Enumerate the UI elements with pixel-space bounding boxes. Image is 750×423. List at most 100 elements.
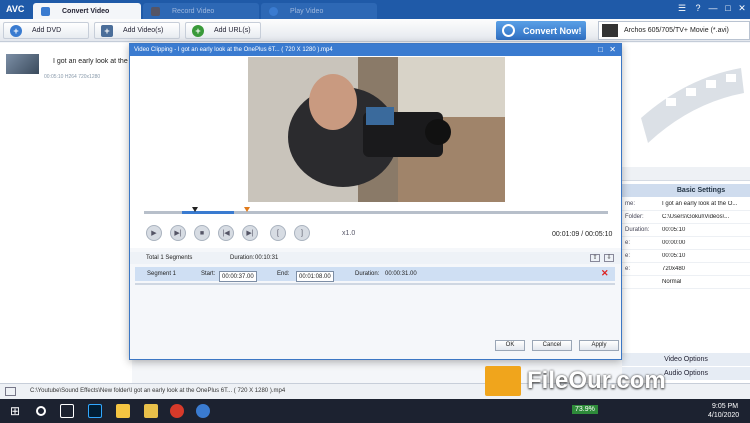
segment-summary: Total 1 Segments Duration: 00:10:31 ⇧ ⇩ [130,252,621,264]
film-icon: + [101,24,113,37]
move-up-icon[interactable]: ⇧ [590,254,600,262]
minimize-icon[interactable]: — [707,3,719,13]
file-path: C:\Youtube\Sound Effects\New folder\I go… [30,388,286,394]
total-duration-label: Duration: [230,255,255,261]
device-icon [602,24,618,37]
video-clipping-dialog: Video Clipping - I got an early look at … [129,43,622,360]
set-end-icon[interactable]: ] [294,225,310,241]
windows-start-icon[interactable]: ⊞ [10,404,24,418]
task-view-icon[interactable] [60,404,74,418]
start-label: Start: [201,271,216,277]
start-time-field[interactable]: 00:00:37.00 [219,271,257,282]
convert-now-button[interactable]: Convert Now! [496,21,586,40]
playback-controls: ▶ ▶| ■ |◀ ▶| [ ] x1.0 00:01:09 / 00:05:1… [142,220,612,248]
tab-label: Play Video [290,7,324,15]
setting-row[interactable]: e: 00:00:00 [622,237,750,250]
app-icon[interactable] [144,404,158,418]
maximize-icon[interactable]: □ [722,3,734,13]
move-down-icon[interactable]: ⇩ [604,254,614,262]
setting-row[interactable]: e: 720x480 [622,263,750,276]
next-frame-icon[interactable]: ▶| [170,225,186,241]
headphones-icon[interactable] [170,404,184,418]
segment-name: Segment 1 [147,271,177,277]
end-time-field[interactable]: 00:01:08.00 [296,271,334,282]
search-icon[interactable] [36,406,46,416]
app-window: AVC Convert Video Record Video Play Vide… [0,0,750,423]
convert-icon [41,6,50,16]
title-bar: AVC Convert Video Record Video Play Vide… [0,0,750,19]
segment-list [135,283,615,285]
set-start-icon[interactable]: [ [270,225,286,241]
file-name: I got an early look at the OnePlus 6T... [53,58,133,65]
tab-convert-video[interactable]: Convert Video [33,3,141,19]
playhead-marker[interactable] [244,207,250,212]
tab-label: Convert Video [62,7,110,15]
setting-row[interactable]: Folder: C:\Users\Gokul\Videos\... [622,211,750,224]
segment-duration: 00:00:31.00 [385,271,417,277]
photoshop-icon[interactable] [88,404,102,418]
previous-icon[interactable]: |◀ [218,225,234,241]
record-icon [151,6,160,16]
add-videos-label: Add Video(s) [123,27,164,34]
dialog-title-bar: Video Clipping - I got an early look at … [130,44,621,56]
play-icon [269,6,278,16]
apply-button[interactable]: Apply [579,340,619,351]
folder-icon[interactable] [116,404,130,418]
dvd-icon: + [10,24,22,37]
stop-icon[interactable]: ■ [194,225,210,241]
refresh-icon [502,24,515,37]
watermark-text: FileOur.com [527,367,666,394]
ok-button[interactable]: OK [495,340,525,351]
globe-icon: + [192,24,204,37]
menu-icon[interactable]: ☰ [676,3,688,14]
convert-label: Convert Now! [523,25,582,36]
close-icon[interactable]: ✕ [609,44,616,56]
video-thumbnail [6,54,39,74]
tab-record-video[interactable]: Record Video [143,3,259,19]
clock-date[interactable]: 4/10/2020 [708,412,739,419]
add-urls-button[interactable]: + Add URL(s) [185,22,261,39]
setting-row[interactable]: e: 00:05:10 [622,250,750,263]
add-videos-button[interactable]: + Add Video(s) [94,22,180,39]
edit-tools [622,167,750,181]
basic-settings-header: Basic Settings [622,184,750,197]
maximize-icon[interactable]: □ [598,44,603,56]
tab-label: Record Video [172,7,215,15]
total-segments: Total 1 Segments [146,255,193,261]
dialog-title: Video Clipping - I got an early look at … [134,47,333,53]
duration-label: Duration: [355,271,380,277]
panel-toggle-icon[interactable] [5,387,16,396]
battery-indicator[interactable]: 73.9% [572,405,598,414]
fileour-watermark: FileOur.com [485,364,666,398]
add-dvd-button[interactable]: + Add DVD [3,22,89,39]
add-urls-label: Add URL(s) [214,27,251,34]
film-reel-icon [641,68,744,143]
close-icon[interactable]: ✕ [736,3,748,14]
start-marker[interactable] [192,207,198,212]
video-preview [248,57,505,202]
cancel-button[interactable]: Cancel [532,340,572,351]
box-icon [485,366,521,396]
list-item[interactable]: I got an early look at the OnePlus 6T...… [2,49,133,80]
file-list: I got an early look at the OnePlus 6T...… [0,43,133,383]
setting-row[interactable]: me: I got an early look at the O... [622,198,750,211]
file-meta: 00:05:10 H264 720x1280 [44,74,101,80]
delete-segment-icon[interactable]: ✕ [601,268,609,279]
help-icon[interactable]: ? [692,3,704,13]
setting-row: Duration: 00:05:10 [622,224,750,237]
add-dvd-label: Add DVD [32,27,62,34]
video-frame-image [248,57,505,202]
tab-play-video[interactable]: Play Video [261,3,377,19]
avc-taskbar-icon[interactable] [196,404,210,418]
clock-time[interactable]: 9:05 PM [712,403,738,410]
play-icon[interactable]: ▶ [146,225,162,241]
speed-label: x1.0 [342,230,356,237]
next-icon[interactable]: ▶| [242,225,258,241]
setting-row[interactable]: Normal [622,276,750,289]
end-label: End: [277,271,290,277]
time-display: 00:01:09 / 00:05:10 [552,231,613,238]
segment-row[interactable]: Segment 1 Start: 00:00:37.00 End: 00:01:… [135,267,615,282]
profile-label: Archos 605/705/TV+ Movie (*.avi) [624,27,729,34]
output-profile-select[interactable]: Archos 605/705/TV+ Movie (*.avi) [598,21,750,40]
app-logo: AVC [6,4,25,14]
